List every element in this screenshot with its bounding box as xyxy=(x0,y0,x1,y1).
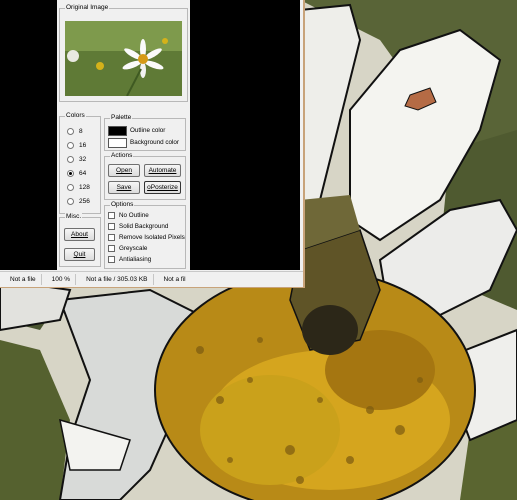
color-option-16[interactable]: 16 xyxy=(67,142,86,149)
palette-title: Palette xyxy=(110,114,133,122)
original-image-thumbnail xyxy=(65,21,182,96)
color-option-256[interactable]: 256 xyxy=(67,198,90,205)
color-option-8[interactable]: 8 xyxy=(67,128,83,135)
save-button[interactable]: Save xyxy=(108,181,140,194)
option-no-outline[interactable]: No Outline xyxy=(108,212,149,219)
colors-group: Colors 8 16 32 64 128 256 xyxy=(59,112,101,214)
color-option-128[interactable]: 128 xyxy=(67,184,90,191)
app-window: Original Image Colors 8 16 32 64 128 256… xyxy=(0,0,305,288)
status-zoom: 100 % xyxy=(42,274,77,285)
options-group: Options No Outline Solid Background Remo… xyxy=(104,201,186,269)
open-button[interactable]: Open xyxy=(108,164,140,177)
color-option-64[interactable]: 64 xyxy=(67,170,86,177)
status-bar: Not a file 100 % Not a file / 305.03 KB … xyxy=(0,271,303,287)
about-button[interactable]: About xyxy=(64,228,95,241)
option-greyscale[interactable]: Greyscale xyxy=(108,245,147,252)
status-size: Not a file / 305.03 KB xyxy=(76,274,154,285)
colors-title: Colors xyxy=(65,112,86,120)
misc-group: Misc. About Quit xyxy=(59,213,101,267)
outline-color-swatch[interactable] xyxy=(108,126,127,136)
actions-group: Actions Open Automate Save oPosterize xyxy=(104,152,186,200)
posterize-button[interactable]: oPosterize xyxy=(144,181,181,194)
misc-title: Misc. xyxy=(65,213,83,221)
status-extra: Not a fil xyxy=(163,276,186,283)
option-antialiasing[interactable]: Antialiasing xyxy=(108,256,151,263)
status-file: Not a file xyxy=(0,274,42,285)
control-panel: Original Image Colors 8 16 32 64 128 256… xyxy=(57,0,190,270)
background-color-swatch[interactable] xyxy=(108,138,127,148)
options-title: Options xyxy=(110,201,135,209)
color-option-32[interactable]: 32 xyxy=(67,156,86,163)
image-area-left xyxy=(0,0,57,270)
quit-button[interactable]: Quit xyxy=(64,248,95,261)
option-solid-background[interactable]: Solid Background xyxy=(108,223,168,230)
original-image-group: Original Image xyxy=(59,4,188,102)
original-image-title: Original Image xyxy=(65,4,110,12)
background-color-label: Background color xyxy=(130,139,180,146)
image-area-right xyxy=(190,0,300,270)
option-remove-isolated-pixels[interactable]: Remove Isolated Pixels xyxy=(108,234,185,241)
automate-button[interactable]: Automate xyxy=(144,164,181,177)
outline-color-label: Outline color xyxy=(130,127,166,134)
palette-group: Palette Outline color Background color xyxy=(104,114,186,151)
actions-title: Actions xyxy=(110,152,134,160)
